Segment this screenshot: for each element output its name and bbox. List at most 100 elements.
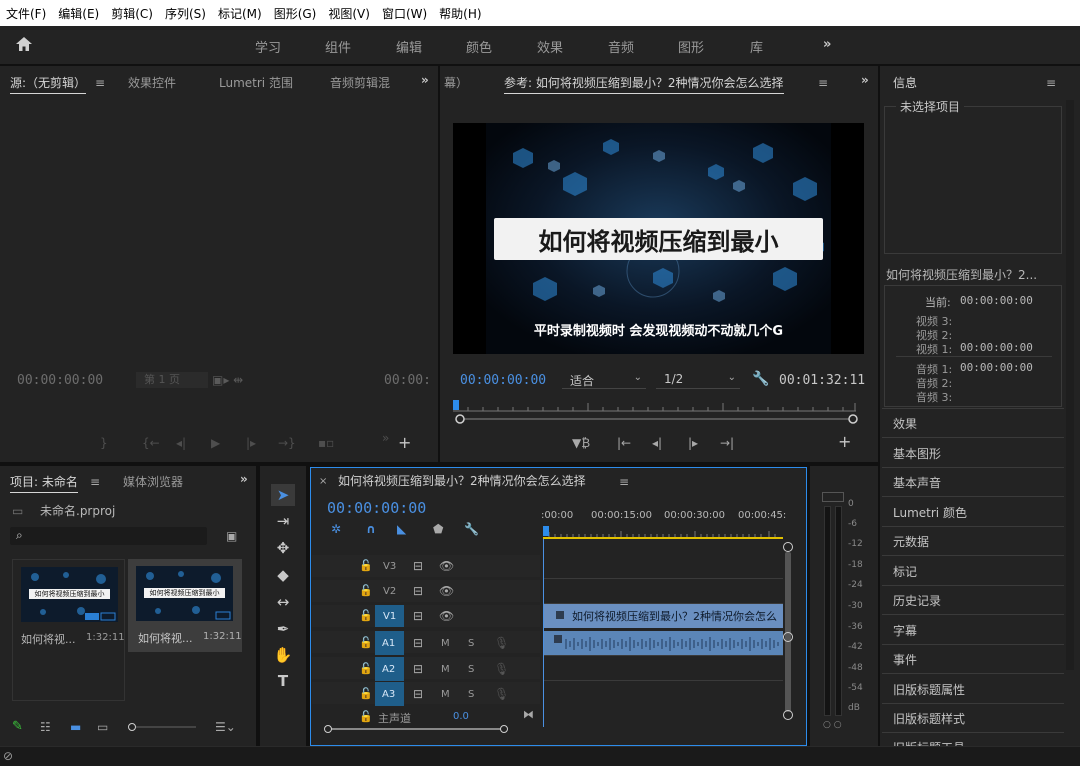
lock-icon[interactable]: 🔓 xyxy=(359,636,373,650)
solo-button[interactable]: S xyxy=(468,664,474,675)
side-item-lumetri-color[interactable]: Lumetri 颜色 xyxy=(893,504,967,521)
nest-sequence-icon[interactable]: ✲ xyxy=(331,522,341,536)
wrench-icon[interactable]: 🔧 xyxy=(752,372,769,386)
eye-icon[interactable]: 👁 xyxy=(439,584,454,598)
project-item[interactable]: 如何将视频压缩到最小 如何将视... 1:32:11 xyxy=(128,559,242,652)
workspace-effects[interactable]: 效果 xyxy=(537,37,563,56)
sync-lock-icon[interactable]: ⊟ xyxy=(413,636,423,650)
tab-project[interactable]: 项目: 未命名 xyxy=(10,473,78,493)
selection-tool-icon[interactable]: ➤ xyxy=(271,484,295,506)
meter-solo-buttons[interactable]: ○ ○ xyxy=(823,720,842,730)
timeline-menu-icon[interactable]: ≡ xyxy=(619,475,629,489)
project-menu-icon[interactable]: ≡ xyxy=(90,475,100,489)
pen-tool-icon[interactable]: ✒ xyxy=(271,618,295,640)
pencil-icon[interactable]: ✎ xyxy=(12,720,23,734)
timeline-settings-icon[interactable]: 🔧 xyxy=(464,522,479,536)
program-overflow-icon[interactable]: » xyxy=(861,73,869,87)
panel-menu-icon[interactable]: ≡ xyxy=(95,76,105,90)
mute-button[interactable]: M xyxy=(441,638,450,649)
master-go-to-end-icon[interactable]: ⧓ xyxy=(523,708,534,722)
menu-clip[interactable]: 剪辑(C) xyxy=(105,5,159,22)
info-panel-title[interactable]: 信息 xyxy=(893,74,917,93)
status-link-icon[interactable]: ⊘ xyxy=(3,749,13,763)
source-step-forward-icon[interactable]: |▸ xyxy=(246,436,256,450)
eye-icon[interactable]: 👁 xyxy=(439,609,454,623)
menu-file[interactable]: 文件(F) xyxy=(0,5,52,22)
hand-tool-icon[interactable]: ✋ xyxy=(271,644,295,666)
tab-audio-clip-mixer[interactable]: 音频剪辑混 xyxy=(330,74,390,91)
side-item-history[interactable]: 历史记录 xyxy=(893,592,941,609)
side-item-markers[interactable]: 标记 xyxy=(893,563,917,580)
v-scroll-handle-mid[interactable] xyxy=(783,632,793,642)
freeform-view-icon[interactable]: ▭ xyxy=(97,720,108,734)
timeline-ruler[interactable] xyxy=(543,526,783,540)
source-more-icon[interactable]: » xyxy=(382,431,389,445)
sync-lock-icon[interactable]: ⊟ xyxy=(413,687,423,701)
workspace-color[interactable]: 颜色 xyxy=(466,37,492,56)
sync-lock-icon[interactable]: ⊟ xyxy=(413,609,423,623)
timeline-h-scrollbar[interactable] xyxy=(322,725,784,733)
step-back-icon[interactable]: ◂| xyxy=(652,436,662,450)
timeline-tab-title[interactable]: 如何将视频压缩到最小？2种情况你会怎么选择 xyxy=(338,472,586,489)
lock-icon[interactable]: 🔓 xyxy=(359,710,373,724)
side-item-legacy-title-properties[interactable]: 旧版标题属性 xyxy=(893,681,965,698)
lock-icon[interactable]: 🔓 xyxy=(359,584,373,598)
linked-selection-icon[interactable]: ◣ xyxy=(397,522,406,536)
program-zoom-bar[interactable] xyxy=(455,414,858,424)
track-label-v2[interactable]: V2 xyxy=(383,586,396,597)
workspace-assembly[interactable]: 组件 xyxy=(325,37,351,56)
side-item-metadata[interactable]: 元数据 xyxy=(893,533,929,550)
side-item-events[interactable]: 事件 xyxy=(893,651,917,668)
program-scrub-ruler[interactable] xyxy=(453,400,856,412)
new-bin-icon[interactable]: ▣ xyxy=(226,529,237,543)
timeline-timecode[interactable]: 00:00:00:00 xyxy=(327,499,426,517)
sync-lock-icon[interactable]: ⊟ xyxy=(413,584,423,598)
menu-sequence[interactable]: 序列(S) xyxy=(159,5,212,22)
tab-media-browser[interactable]: 媒体浏览器 xyxy=(123,473,183,490)
menu-graphics[interactable]: 图形(G) xyxy=(268,5,323,22)
info-scrollbar[interactable] xyxy=(1066,100,1074,670)
audio-clip[interactable] xyxy=(544,631,783,655)
v-scroll-handle-bottom[interactable] xyxy=(783,710,793,720)
lock-icon[interactable]: 🔓 xyxy=(359,687,373,701)
source-add-button-icon[interactable]: + xyxy=(398,435,411,451)
source-timecode[interactable]: 00:00:00:00 xyxy=(17,373,103,388)
source-goto-in-icon[interactable]: {← xyxy=(142,436,160,450)
razor-tool-icon[interactable]: ◆ xyxy=(271,564,295,586)
goto-in-icon[interactable]: |← xyxy=(617,436,631,450)
tab-effect-controls[interactable]: 效果控件 xyxy=(128,74,176,91)
microphone-icon[interactable]: 🎙 xyxy=(494,687,509,701)
sync-lock-icon[interactable]: ⊟ xyxy=(413,559,423,573)
add-marker-icon[interactable]: ▼₿ xyxy=(572,436,590,450)
fit-dropdown[interactable]: 适合 ⌄ xyxy=(562,371,646,389)
workspace-libraries[interactable]: 库 xyxy=(750,37,763,56)
microphone-icon[interactable]: 🎙 xyxy=(494,636,509,650)
program-add-button-icon[interactable]: + xyxy=(838,434,851,450)
lock-icon[interactable]: 🔓 xyxy=(359,559,373,573)
lock-icon[interactable]: 🔓 xyxy=(359,662,373,676)
v-scroll-handle-top[interactable] xyxy=(783,542,793,552)
source-play-icon[interactable]: ▶ xyxy=(211,436,220,450)
project-search-input[interactable]: ⌕ xyxy=(10,527,207,545)
tab-lumetri-scopes[interactable]: Lumetri 范围 xyxy=(219,74,293,91)
menu-view[interactable]: 视图(V) xyxy=(322,5,376,22)
track-label-v3[interactable]: V3 xyxy=(383,561,396,572)
workspace-overflow-icon[interactable]: » xyxy=(823,37,831,52)
resolution-dropdown[interactable]: 1/2 ⌄ xyxy=(656,371,740,389)
source-step-back-icon[interactable]: ◂| xyxy=(176,436,186,450)
side-item-effects[interactable]: 效果 xyxy=(893,415,917,432)
home-icon[interactable] xyxy=(15,36,33,52)
source-goto-out-icon[interactable]: →} xyxy=(278,436,296,450)
solo-button[interactable]: S xyxy=(468,638,474,649)
meter-clip-indicator[interactable] xyxy=(822,492,844,502)
track-select-tool-icon[interactable]: ⇥ xyxy=(271,510,295,532)
tab-overflow-partial[interactable]: 幕） xyxy=(444,74,468,91)
goto-out-icon[interactable]: →| xyxy=(720,436,734,450)
slip-tool-icon[interactable]: ↔ xyxy=(271,591,295,613)
source-insert-icon[interactable]: ▪▫ xyxy=(318,436,334,450)
tab-program-reference[interactable]: 参考: 如何将视频压缩到最小？2种情况你会怎么选择 xyxy=(504,74,784,94)
source-page-select[interactable]: 第 1 页 xyxy=(136,372,208,388)
mute-button[interactable]: M xyxy=(441,664,450,675)
eye-icon[interactable]: 👁 xyxy=(439,559,454,573)
program-timecode[interactable]: 00:00:00:00 xyxy=(460,373,546,388)
